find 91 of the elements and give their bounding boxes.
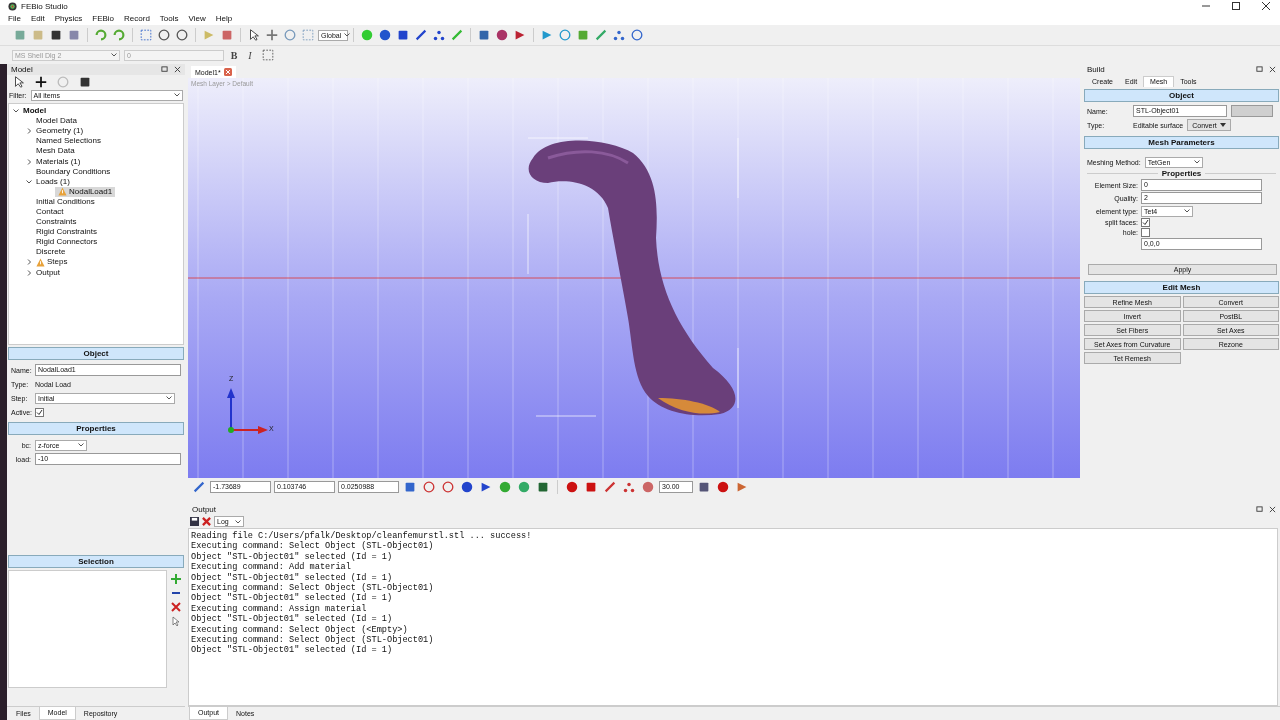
axis-triad-drawing <box>227 388 268 434</box>
section-header: Mesh Parameters <box>1084 136 1279 149</box>
menu-item[interactable]: Physics <box>54 14 83 23</box>
checkbox-icon[interactable] <box>260 47 276 63</box>
tree-item[interactable]: Loads (1) <box>33 176 73 187</box>
close-icon[interactable] <box>1262 2 1270 10</box>
log-line: Executing command: Select Object (STL-Object01) <box>191 541 435 552</box>
close-icon[interactable] <box>174 66 181 73</box>
log-line: Object "STL-Object01" selected (Id = 1) <box>191 614 394 625</box>
log-line: Object "STL-Object01" selected (Id = 1) <box>191 593 394 604</box>
redo-icon[interactable] <box>111 27 127 43</box>
tree-item[interactable]: Named Selections <box>33 136 104 147</box>
tree-item[interactable]: Output <box>33 267 63 278</box>
caret-icon <box>174 93 180 97</box>
close-icon[interactable] <box>1269 506 1276 513</box>
log-line: Object "STL-Object01" selected (Id = 1) <box>191 572 394 583</box>
window-title: FEBio Studio <box>21 1 68 11</box>
app-logo-icon <box>8 1 17 11</box>
caret-icon <box>235 519 241 524</box>
maximize-icon[interactable] <box>1232 2 1240 10</box>
tree-item[interactable]: Boundary Conditions <box>33 166 114 177</box>
section-header: Object <box>8 347 184 360</box>
group-title: Properties <box>1161 169 1202 178</box>
float-icon[interactable] <box>161 66 168 73</box>
warning-icon <box>36 257 45 267</box>
log-line: Executing command: Select Object (STL-Object01) <box>191 635 435 646</box>
checkbox[interactable] <box>1141 218 1150 227</box>
menu-item[interactable]: File <box>8 14 21 23</box>
caret-icon <box>344 33 351 37</box>
caret-icon <box>1184 209 1190 213</box>
tree-item[interactable]: Steps <box>33 257 71 268</box>
float-icon[interactable] <box>1256 506 1263 513</box>
panel-title: Model <box>11 65 33 74</box>
menu-item[interactable]: Tools <box>159 14 179 23</box>
tree-item[interactable]: NodalLoad1 <box>55 186 116 197</box>
log-line: Executing command: Assign material <box>191 603 368 614</box>
section-header: Properties <box>8 422 184 435</box>
tree-item[interactable]: Contact <box>33 207 67 217</box>
log-line: Reading file C:/Users/pfalk/Desktop/cleanfemurstl.stl ... success! <box>191 531 533 541</box>
panel-title: Build <box>1087 65 1105 74</box>
checkbox[interactable] <box>1141 228 1150 237</box>
menu-item[interactable]: View <box>188 14 206 23</box>
log-line: Executing command: Add material <box>191 562 352 573</box>
tree-item[interactable]: Initial Conditions <box>33 196 98 207</box>
tree-item[interactable]: Model <box>20 106 50 117</box>
undo-icon[interactable] <box>93 27 109 43</box>
target-icon[interactable] <box>440 479 456 495</box>
clear-icon[interactable] <box>202 517 211 526</box>
menu-item[interactable]: Record <box>124 14 150 23</box>
checkbox[interactable] <box>35 407 44 417</box>
color-swatch[interactable] <box>1231 105 1273 117</box>
minimize-icon[interactable] <box>1202 2 1210 10</box>
log-line: Object "STL-Object01" selected (Id = 1) <box>191 551 394 562</box>
tree-item[interactable]: Discrete <box>33 247 69 258</box>
caret-icon <box>111 53 117 57</box>
section-header: Selection <box>8 555 184 568</box>
line-icon[interactable] <box>413 27 429 43</box>
save-icon[interactable] <box>190 517 199 526</box>
move-icon[interactable] <box>264 27 280 43</box>
italic-button[interactable]: I <box>244 49 256 61</box>
ring-icon[interactable] <box>629 27 645 43</box>
line-icon[interactable] <box>602 479 618 495</box>
bold-button[interactable]: B <box>228 49 240 61</box>
sphere-icon[interactable] <box>377 27 393 43</box>
section-header: Object <box>1084 89 1279 102</box>
caret-icon <box>1219 123 1226 127</box>
log-line: Object "STL-Object01" selected (Id = 1) <box>191 645 394 656</box>
menu-item[interactable]: Help <box>215 14 233 23</box>
log-line: Executing command: Select Object (<Empty>) <box>191 624 409 635</box>
log-line: Executing command: Select Object (STL-Object01) <box>191 583 435 594</box>
tree-item[interactable]: Model Data <box>33 116 80 127</box>
caret-icon <box>1193 160 1200 164</box>
pointer-icon[interactable] <box>170 616 181 626</box>
clear-icon[interactable] <box>170 602 181 612</box>
tree-item[interactable]: Constraints <box>33 217 80 228</box>
caret-icon <box>166 396 172 400</box>
tree-item[interactable]: Rigid Connectors <box>33 237 101 248</box>
tree-item[interactable]: Mesh Data <box>33 146 78 157</box>
float-icon[interactable] <box>1256 66 1263 73</box>
warning-icon <box>58 187 67 197</box>
tree-item[interactable]: Rigid Constraints <box>33 227 100 238</box>
panel-title: Output <box>192 505 216 514</box>
menu-item[interactable]: FEBio <box>92 14 115 23</box>
section-header: Edit Mesh <box>1084 281 1279 294</box>
close-icon[interactable] <box>1269 66 1276 73</box>
tree-item[interactable]: Materials (1) <box>33 156 84 167</box>
caret-icon <box>78 443 84 447</box>
record-icon[interactable] <box>715 479 731 495</box>
circle-select-icon[interactable] <box>156 27 172 43</box>
tree-item[interactable]: Geometry (1) <box>33 126 87 137</box>
menu-item[interactable]: Edit <box>30 14 45 23</box>
